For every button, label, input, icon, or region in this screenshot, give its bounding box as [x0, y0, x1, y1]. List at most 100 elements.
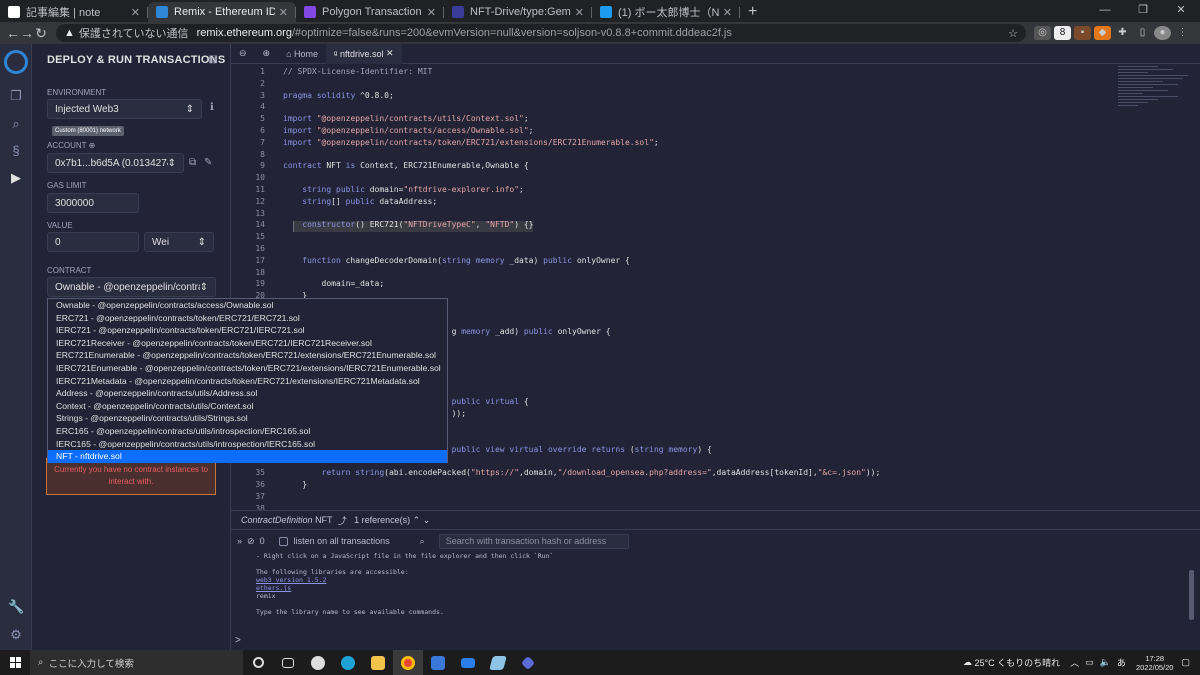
plugin-manager-icon[interactable]: 🔧 [8, 599, 24, 615]
edge-icon[interactable] [333, 650, 363, 675]
contract-option[interactable]: IERC721 - @openzeppelin/contracts/token/… [48, 324, 447, 337]
chevron-up-icon[interactable]: ⌃ [413, 515, 421, 526]
zoom-in-icon[interactable]: ⊕ [255, 44, 279, 64]
contract-option[interactable]: Strings - @openzeppelin/contracts/utils/… [48, 412, 447, 425]
minimize-icon[interactable]: — [1086, 0, 1124, 20]
volume-icon[interactable]: 🔈 [1100, 657, 1111, 668]
plus-icon[interactable]: ⊕ [89, 141, 96, 150]
close-tab-icon[interactable]: ✕ [131, 6, 140, 19]
contract-option[interactable]: IERC721Metadata - @openzeppelin/contract… [48, 375, 447, 388]
collapse-terminal-icon[interactable]: » [237, 536, 242, 546]
terminal-prompt[interactable]: > [235, 635, 241, 646]
search-icon[interactable]: ⌕ [8, 116, 24, 132]
contract-option[interactable]: IERC165 - @openzeppelin/contracts/utils/… [48, 438, 447, 451]
contract-option[interactable]: Address - @openzeppelin/contracts/utils/… [48, 387, 447, 400]
close-tab-icon[interactable]: ✕ [427, 6, 436, 19]
solidity-compiler-icon[interactable]: § [8, 143, 24, 159]
forward-icon[interactable]: → [20, 25, 34, 41]
file-explorer-icon[interactable]: ❐ [8, 88, 24, 104]
app-icon[interactable] [513, 650, 543, 675]
contract-option[interactable]: NFT - nftdrive.sol [48, 450, 447, 463]
task-view-icon[interactable] [273, 650, 303, 675]
extension-icon[interactable]: ▪ [1074, 26, 1091, 40]
line-number: 17 [255, 255, 265, 265]
sidepanel-icon[interactable]: ▯ [1134, 26, 1151, 40]
dell-icon[interactable] [303, 650, 333, 675]
definition-bar: ContractDefinition NFT ⤴ 1 reference(s) … [231, 510, 1200, 529]
browser-tab[interactable]: (1) ボー太郎博士（NCYRHFYAW) ✕ [592, 2, 740, 22]
terminal-scrollbar[interactable] [1189, 570, 1194, 620]
transaction-search-input[interactable]: Search with transaction hash or address [438, 533, 629, 549]
terminal-line[interactable]: web3 version 1.5.2 [231, 576, 1200, 584]
contract-option[interactable]: ERC165 - @openzeppelin/contracts/utils/i… [48, 425, 447, 438]
network-icon[interactable]: ▭ [1085, 657, 1094, 668]
tab-home[interactable]: ⌂ Home [278, 44, 326, 64]
contract-option[interactable]: IERC721Receiver - @openzeppelin/contract… [48, 337, 447, 350]
listen-checkbox[interactable] [278, 536, 288, 546]
close-window-icon[interactable]: ✕ [1162, 0, 1200, 20]
chevron-down-icon[interactable]: ⌄ [423, 515, 431, 526]
environment-select[interactable]: Injected Web3 ⇕ [47, 99, 202, 119]
copy-icon[interactable]: ⧉ [189, 157, 196, 168]
cortana-icon[interactable] [243, 650, 273, 675]
taskbar-search-box[interactable]: ⌕ ここに入力して検索 [30, 650, 243, 675]
reload-icon[interactable]: ↻ [34, 25, 48, 42]
contract-option[interactable]: IERC721Enumerable - @openzeppelin/contra… [48, 362, 447, 375]
tab-nftdrive[interactable]: ᵍ nftdrive.sol ✕ [326, 43, 402, 64]
deploy-run-icon[interactable]: ▶ [8, 170, 24, 186]
browser-tab[interactable]: 記事編集 | note ✕ [0, 2, 148, 22]
tray-chevron-icon[interactable]: ︿ [1070, 656, 1079, 669]
app-icon[interactable] [483, 650, 513, 675]
new-tab-button[interactable]: + [740, 2, 765, 22]
bookmark-star-icon[interactable]: ☆ [1008, 27, 1018, 40]
notification-icon[interactable]: ▢ [1181, 657, 1190, 668]
clock[interactable]: 17:28 2022/05/20 [1136, 654, 1174, 672]
browser-tab[interactable]: Remix - Ethereum IDE ✕ [148, 2, 296, 22]
restore-icon[interactable]: ❐ [1124, 0, 1162, 20]
contract-dropdown[interactable]: Ownable - @openzeppelin/contracts/access… [47, 298, 448, 463]
weather-text[interactable]: 25°C くもりのち晴れ [975, 656, 1061, 669]
contract-option[interactable]: Ownable - @openzeppelin/contracts/access… [48, 299, 447, 312]
store-icon[interactable] [423, 650, 453, 675]
value-input[interactable]: 0 [47, 232, 139, 252]
remix-logo-icon[interactable] [4, 50, 28, 74]
ime-indicator[interactable]: あ [1117, 656, 1126, 669]
profile-avatar[interactable]: ● [1154, 26, 1171, 40]
close-tab-icon[interactable]: ✕ [723, 6, 732, 19]
docs-icon[interactable]: ▤ [208, 54, 217, 65]
gas-limit-input[interactable]: 3000000 [47, 193, 139, 213]
menu-kebab-icon[interactable]: ⋮ [1174, 26, 1191, 40]
contract-option[interactable]: Context - @openzeppelin/contracts/utils/… [48, 400, 447, 413]
puzzle-icon[interactable]: ✚ [1114, 26, 1131, 40]
warning-icon[interactable]: ▲ [64, 27, 75, 39]
close-tab-icon[interactable]: ✕ [279, 6, 288, 19]
browser-tab[interactable]: Polygon Transaction Hash (Txhas ✕ [296, 2, 444, 22]
settings-gear-icon[interactable]: ⚙ [8, 627, 24, 643]
value-unit-select[interactable]: Wei ⇕ [144, 232, 214, 252]
metamask-icon[interactable]: ◆ [1094, 26, 1111, 40]
edit-icon[interactable]: ✎ [204, 157, 212, 168]
terminal-line[interactable]: ethers.js [231, 584, 1200, 592]
zoom-out-icon[interactable]: ⊖ [231, 44, 255, 64]
line-number: 9 [260, 161, 265, 171]
minimap[interactable] [1118, 66, 1190, 116]
browser-tab[interactable]: NFT-Drive/type:Gemini-TEST_NE ✕ [444, 2, 592, 22]
contract-select[interactable]: Ownable - @openzeppelin/contracts/a:⇕ [47, 277, 216, 297]
contract-option[interactable]: ERC721Enumerable - @openzeppelin/contrac… [48, 349, 447, 362]
clear-console-icon[interactable]: ⊘ [247, 536, 255, 547]
url-input[interactable]: ▲ 保護されていない通信 remix.ethereum.org/#optimiz… [56, 24, 1026, 42]
close-tab-icon[interactable]: ✕ [386, 48, 394, 59]
close-tab-icon[interactable]: ✕ [575, 6, 584, 19]
chrome-icon[interactable] [393, 650, 423, 675]
extension-icon[interactable]: 8 [1054, 26, 1071, 40]
contract-option[interactable]: ERC721 - @openzeppelin/contracts/token/E… [48, 312, 447, 325]
select-arrows-icon: ⇕ [197, 236, 206, 248]
account-select[interactable]: 0x7b1...b6d5A (0.013427456⇕ [47, 153, 184, 173]
back-icon[interactable]: ← [6, 25, 20, 41]
mail-icon[interactable] [453, 650, 483, 675]
start-button[interactable] [0, 657, 30, 668]
share-icon[interactable]: ⤴ [338, 514, 347, 527]
info-icon[interactable]: ℹ [210, 102, 214, 113]
extension-icon[interactable]: ◎ [1034, 26, 1051, 40]
file-explorer-icon[interactable] [363, 650, 393, 675]
